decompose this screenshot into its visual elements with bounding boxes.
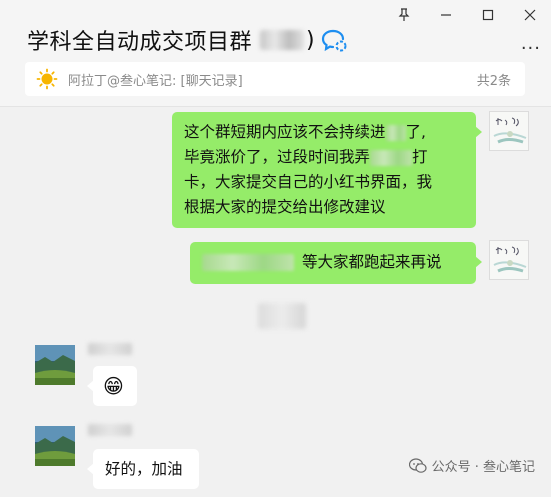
pin-icon	[398, 8, 410, 21]
message-bubble-mine[interactable]: 这个群短期内应该不会持续进 了, 毕竟涨价了，过段时间我弄 打 卡，大家提交自己的小…	[172, 112, 482, 228]
redacted-timestamp	[258, 303, 306, 329]
avatar-mine[interactable]	[489, 240, 529, 280]
chat-title-row: 学科全自动成交项目群 )	[27, 24, 347, 56]
maximize-button[interactable]	[467, 0, 509, 30]
redacted-text	[370, 149, 413, 166]
landscape-avatar-image	[35, 345, 75, 385]
wechat-official-account-icon	[408, 457, 427, 473]
avatar-other[interactable]	[35, 426, 75, 466]
redacted-text	[385, 124, 406, 141]
close-button[interactable]	[509, 0, 551, 30]
minimize-button[interactable]	[425, 0, 467, 30]
landscape-avatar-image	[35, 426, 75, 466]
chat-window: 学科全自动成交项目群 ) ··· 阿拉丁@叁心笔记: [聊天记录] 共2条 这个…	[0, 0, 551, 497]
more-options-button[interactable]: ···	[521, 38, 541, 59]
calligraphy-avatar-image	[490, 241, 528, 279]
window-controls	[383, 0, 551, 30]
message-text: 这个群短期内应该不会持续进	[184, 123, 386, 141]
pinned-message-text: 阿拉丁@叁心笔记: [聊天记录]	[68, 73, 243, 89]
message-text: 打	[412, 148, 428, 166]
chat-title-suffix: )	[306, 27, 315, 53]
message-text: 好的，加油	[105, 460, 183, 478]
message-bubble-other[interactable]: 好的，加油	[87, 449, 199, 489]
watermark: 公众号 · 叁心笔记	[408, 456, 535, 475]
message-text: 根据大家的提交给出修改建议	[184, 198, 386, 216]
message-text: 了,	[405, 123, 426, 141]
chat-bubble-loading-icon	[321, 29, 347, 52]
redacted-text	[202, 254, 294, 271]
chat-title: 学科全自动成交项目群	[27, 30, 253, 55]
grin-emoji: 😁	[103, 374, 124, 398]
redacted-sender-name	[88, 343, 132, 355]
message-bubble-other[interactable]: 😁	[87, 366, 137, 406]
pinned-message-bar[interactable]: 阿拉丁@叁心笔记: [聊天记录] 共2条	[25, 62, 525, 96]
watermark-text: 公众号 · 叁心笔记	[431, 460, 535, 475]
redacted-sender-name	[88, 424, 132, 436]
message-text: 等大家都跑起来再说	[302, 253, 442, 271]
redacted-member-count	[260, 30, 305, 50]
pin-window-button[interactable]	[383, 0, 425, 30]
close-icon	[524, 9, 536, 21]
message-text: 卡，大家提交自己的小红书界面，我	[184, 173, 433, 191]
avatar-mine[interactable]	[489, 111, 529, 151]
minimize-icon	[441, 14, 451, 16]
maximize-icon	[482, 9, 494, 21]
message-text: 毕竟涨价了，过段时间我弄	[184, 148, 371, 166]
message-bubble-mine[interactable]: 等大家都跑起来再说	[190, 242, 482, 284]
calligraphy-avatar-image	[490, 112, 528, 150]
sun-weather-icon	[36, 68, 58, 90]
pinned-message-count: 共2条	[476, 73, 511, 89]
avatar-other[interactable]	[35, 345, 75, 385]
chat-header: 学科全自动成交项目群 ) ··· 阿拉丁@叁心笔记: [聊天记录] 共2条	[0, 0, 551, 107]
